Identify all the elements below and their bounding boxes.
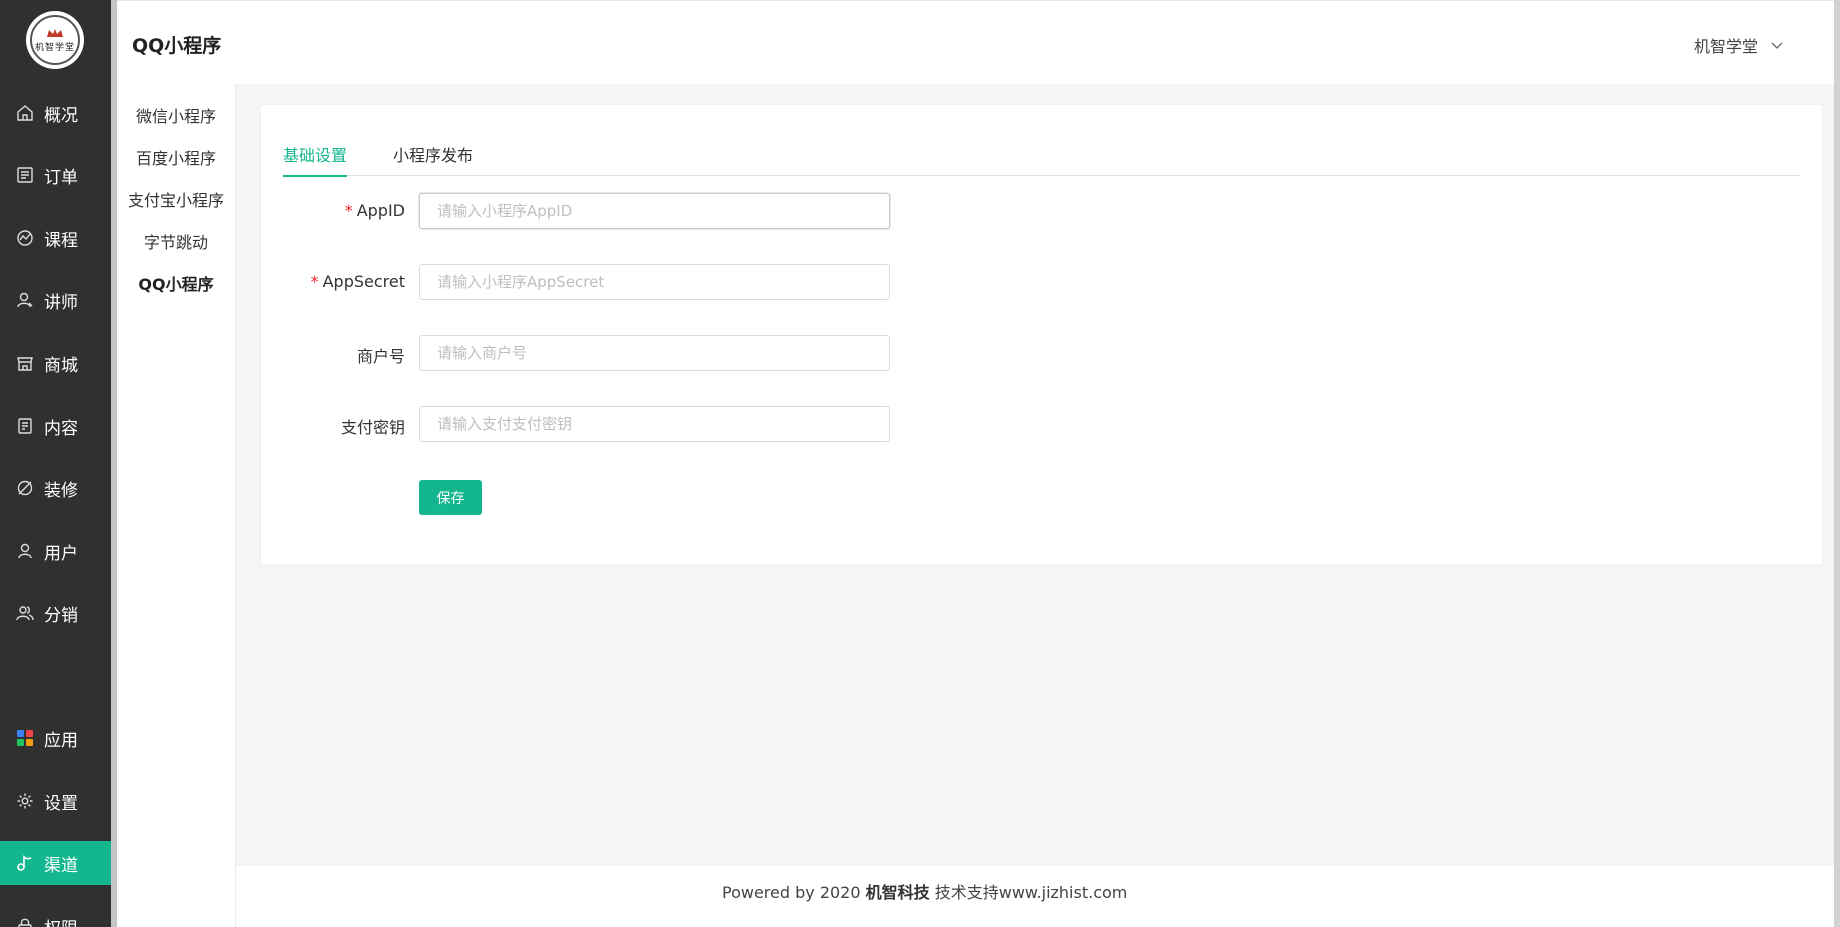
apps-icon (15, 728, 35, 748)
sidebar-item-label: 用户 (44, 543, 78, 564)
tab-basic-settings[interactable]: 基础设置 (283, 142, 348, 177)
main-sidebar: 机智学堂 概况 订单 课程 讲师 商城 内容 装修 用户 分销 应用 设置 渠道 (0, 0, 111, 927)
user-name: 机智学堂 (1693, 37, 1758, 56)
channel-subnav: 微信小程序 百度小程序 支付宝小程序 字节跳动 QQ小程序 (117, 84, 236, 927)
channel-icon (15, 853, 35, 873)
teacher-icon (15, 290, 35, 310)
footer-suffix: 技术支持www.jizhist.com (934, 883, 1128, 902)
footer-text: Powered by 2020 机智科技 技术支持www.jizhist.com (722, 879, 1127, 903)
sidebar-item-label: 讲师 (44, 292, 78, 313)
sidebar-item-apps[interactable]: 应用 (0, 716, 111, 760)
pay-key-input[interactable] (419, 406, 890, 442)
appid-label: * AppID (344, 201, 405, 220)
order-icon (15, 165, 35, 185)
appsecret-input[interactable] (419, 264, 890, 300)
sidebar-item-label: 分销 (44, 605, 78, 626)
sidebar-item-label: 装修 (44, 480, 78, 501)
settings-card: 基础设置 小程序发布 *AppID *AppSecret 商户号 支付密钥 保存 (260, 104, 1823, 565)
sidebar-item-label: 设置 (44, 793, 78, 814)
home-icon (15, 103, 35, 123)
sidebar-item-label: 应用 (44, 730, 78, 751)
form-row-merchant-id: 商户号 (283, 335, 983, 371)
sidebar-item-store[interactable]: 商城 (0, 341, 111, 385)
sidebar-item-content[interactable]: 内容 (0, 404, 111, 448)
sidebar-item-label: 课程 (44, 230, 78, 251)
sidebar-item-users[interactable]: 用户 (0, 529, 111, 573)
required-mark: * (344, 201, 353, 220)
subnav-item-baidu[interactable]: 百度小程序 (117, 145, 235, 169)
sidebar-item-courses[interactable]: 课程 (0, 216, 111, 260)
subnav-item-alipay[interactable]: 支付宝小程序 (117, 187, 235, 211)
merchant-id-input[interactable] (419, 335, 890, 371)
lock-icon (15, 916, 35, 927)
gear-icon (15, 791, 35, 811)
required-mark: * (310, 272, 319, 291)
course-icon (15, 228, 35, 248)
save-button[interactable]: 保存 (419, 480, 482, 515)
tab-publish[interactable]: 小程序发布 (393, 142, 473, 176)
merchant-id-label: 商户号 (356, 347, 405, 366)
crown-icon (47, 28, 63, 37)
sidebar-item-distribution[interactable]: 分销 (0, 591, 111, 635)
sidebar-item-label: 权限 (44, 914, 78, 927)
pay-key-label: 支付密钥 (340, 418, 405, 437)
sidebar-item-decorate[interactable]: 装修 (0, 466, 111, 510)
subnav-item-wechat[interactable]: 微信小程序 (117, 103, 235, 127)
page-scrollbar[interactable] (1834, 0, 1840, 927)
page-footer: Powered by 2020 机智科技 技术支持www.jizhist.com (236, 866, 1834, 927)
sidebar-item-overview[interactable]: 概况 (0, 91, 111, 135)
appsecret-label: * AppSecret (310, 272, 405, 291)
sidebar-item-label: 概况 (44, 105, 78, 126)
form-row-appid: * AppID (283, 193, 983, 229)
sidebar-item-label: 商城 (44, 355, 78, 376)
content-icon (15, 416, 35, 436)
sidebar-item-label: 渠道 (44, 855, 78, 876)
logo-badge: 机智学堂 (30, 15, 80, 65)
form-row-pay-key: 支付密钥 (283, 406, 983, 442)
distribution-icon (15, 603, 35, 623)
sidebar-item-label: 内容 (44, 418, 78, 439)
user-icon (15, 541, 35, 561)
footer-prefix: Powered by 2020 (722, 883, 861, 902)
sidebar-item-teachers[interactable]: 讲师 (0, 278, 111, 322)
store-icon (15, 353, 35, 373)
appid-input[interactable] (419, 193, 890, 229)
decorate-icon (15, 478, 35, 498)
page-header: QQ小程序 机智学堂 (117, 0, 1834, 84)
sidebar-item-channel[interactable]: 渠道 (0, 841, 111, 885)
footer-company: 机智科技 (865, 883, 930, 902)
sidebar-item-permission[interactable]: 权限 (0, 904, 111, 927)
sidebar-item-label: 订单 (44, 167, 78, 188)
form-row-appsecret: * AppSecret (283, 264, 983, 300)
sidebar-item-settings[interactable]: 设置 (0, 779, 111, 823)
sidebar-item-orders[interactable]: 订单 (0, 153, 111, 197)
tab-bar: 基础设置 小程序发布 (283, 142, 1801, 177)
subnav-item-bytedance[interactable]: 字节跳动 (117, 229, 235, 253)
page-title: QQ小程序 (132, 35, 222, 57)
subnav-item-qq[interactable]: QQ小程序 (117, 271, 235, 295)
logo-text: 机智学堂 (34, 42, 75, 53)
chevron-down-icon (1771, 42, 1783, 49)
user-menu[interactable]: 机智学堂 (1694, 33, 1784, 57)
logo[interactable]: 机智学堂 (26, 11, 84, 69)
